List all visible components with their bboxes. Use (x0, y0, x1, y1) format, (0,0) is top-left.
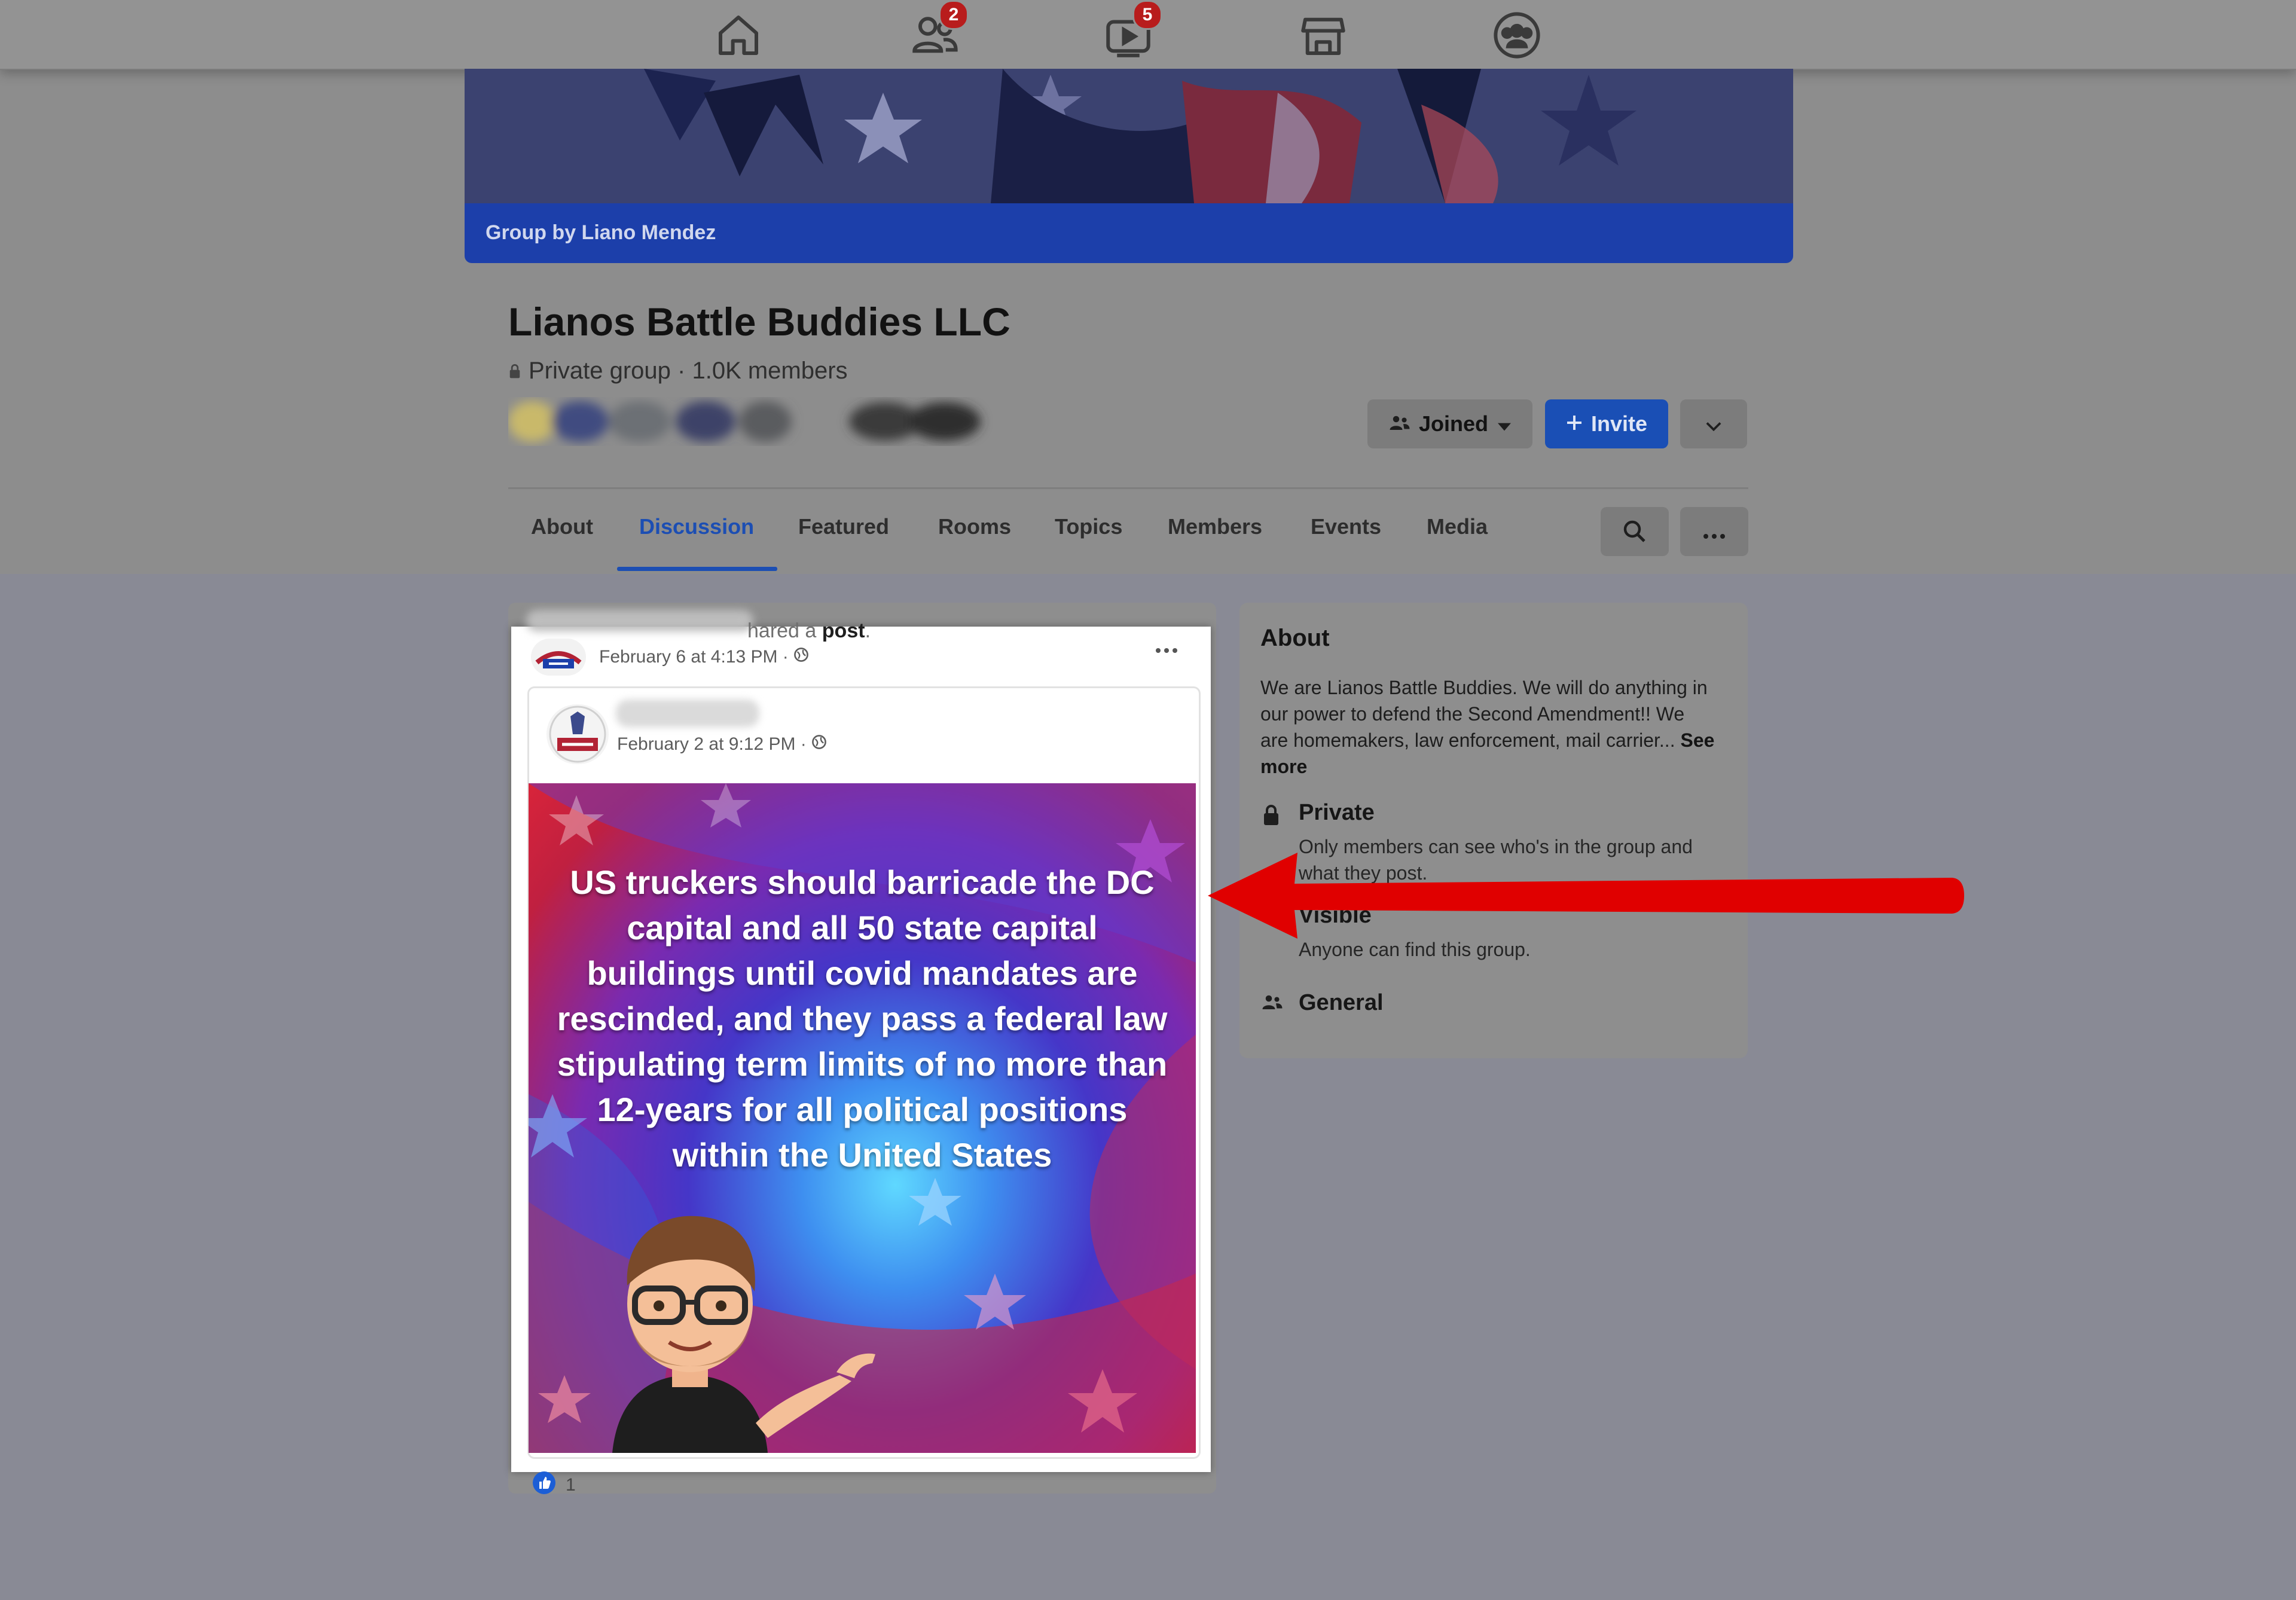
lock-icon (508, 358, 521, 384)
chevron-down-icon (1706, 411, 1721, 436)
post-link[interactable]: post (822, 619, 865, 642)
meme-text: US truckers should barricade the DC capi… (557, 863, 1168, 1174)
joined-button[interactable]: Joined (1367, 399, 1532, 448)
tab-events[interactable]: Events (1311, 514, 1381, 539)
tab-media[interactable]: Media (1427, 514, 1488, 539)
about-title: About (1260, 625, 1330, 651)
shared-text: hared a (747, 619, 817, 642)
marketplace-icon[interactable] (1296, 8, 1350, 62)
original-poster-name-blurred (616, 700, 759, 727)
lock-icon (1262, 804, 1283, 825)
original-post-time-text: February 2 at 9:12 PM · (617, 734, 807, 754)
home-icon[interactable] (712, 8, 765, 62)
tab-featured[interactable]: Featured (798, 514, 889, 539)
group-options-button[interactable] (1680, 399, 1747, 448)
post-time-text: February 6 at 4:13 PM · (599, 647, 789, 667)
caret-down-icon (1498, 411, 1511, 436)
globe-icon (793, 647, 809, 667)
watch-notification-badge: 5 (1132, 0, 1162, 30)
more-dots-icon (1702, 518, 1726, 545)
about-description-text: We are Lianos Battle Buddies. We will do… (1260, 677, 1708, 751)
post-timestamp[interactable]: February 6 at 4:13 PM · (599, 647, 809, 667)
joined-label: Joined (1418, 411, 1488, 436)
tab-members[interactable]: Members (1168, 514, 1262, 539)
original-poster-avatar[interactable] (546, 704, 609, 764)
red-arrow-annotation (1208, 849, 1967, 945)
private-label: Private (1299, 800, 1375, 825)
original-post-timestamp[interactable]: February 2 at 9:12 PM · (617, 734, 827, 755)
reaction-summary[interactable]: 1 (532, 1471, 576, 1500)
tab-topics[interactable]: Topics (1055, 514, 1122, 539)
friends-notification-badge: 2 (939, 0, 969, 30)
cover-photo (465, 69, 1793, 203)
tab-rooms[interactable]: Rooms (938, 514, 1011, 539)
globe-icon (811, 734, 827, 755)
group-members-icon (1262, 994, 1283, 1015)
tab-discussion[interactable]: Discussion (639, 514, 754, 539)
plus-icon (1566, 411, 1583, 436)
shared-suffix: . (865, 619, 871, 642)
top-navigation-bar: 2 5 (0, 0, 2296, 70)
group-meta: Private group · 1.0K members (508, 358, 848, 384)
invite-button[interactable]: Invite (1545, 399, 1668, 448)
poster-name-blurred (526, 610, 753, 631)
header-divider (508, 487, 1748, 489)
post-image-meme[interactable]: US truckers should barricade the DC capi… (529, 783, 1196, 1453)
active-tab-indicator (617, 567, 777, 571)
watch-icon[interactable]: 5 (1101, 0, 1162, 62)
reaction-count: 1 (566, 1475, 576, 1495)
group-meta-text: Private group · 1.0K members (529, 358, 848, 384)
friends-icon[interactable]: 2 (908, 0, 969, 62)
general-label: General (1299, 990, 1384, 1015)
group-search-button[interactable] (1601, 507, 1669, 556)
groups-icon[interactable] (1490, 8, 1544, 62)
member-avatars-blurred (508, 395, 1106, 448)
tabs-more-button[interactable] (1680, 507, 1748, 556)
search-icon (1623, 520, 1647, 546)
about-description: We are Lianos Battle Buddies. We will do… (1260, 674, 1715, 780)
tab-about[interactable]: About (531, 514, 593, 539)
shared-post-line: hared a post. (747, 619, 871, 643)
cover-caption: Group by Liano Mendez (486, 221, 716, 244)
group-title[interactable]: Lianos Battle Buddies LLC (508, 299, 1010, 344)
like-reaction-icon (532, 1471, 556, 1500)
more-dots-icon (1154, 633, 1179, 659)
poster-avatar[interactable] (531, 639, 586, 676)
invite-label: Invite (1590, 411, 1648, 436)
post-options-button[interactable] (1154, 633, 1179, 659)
group-members-icon (1389, 411, 1410, 436)
